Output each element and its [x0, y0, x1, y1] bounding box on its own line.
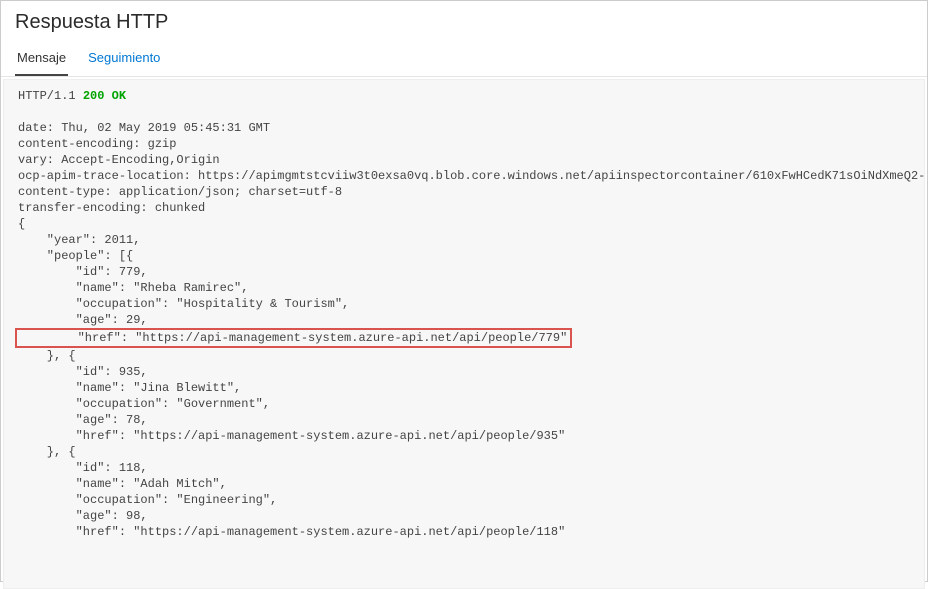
header-transfer-encoding: transfer-encoding: chunked	[18, 201, 205, 215]
http-response-body: HTTP/1.1 200 OK date: Thu, 02 May 2019 0…	[3, 79, 925, 589]
header-vary: vary: Accept-Encoding,Origin	[18, 153, 220, 167]
tab-trace[interactable]: Seguimiento	[86, 40, 162, 76]
json-p1-href-highlighted: "href": "https://api-management-system.a…	[15, 328, 572, 348]
panel-header: Respuesta HTTP	[1, 1, 927, 40]
header-encoding: content-encoding: gzip	[18, 137, 176, 151]
json-year: "year": 2011,	[18, 233, 140, 247]
json-p1-occ: "occupation": "Hospitality & Tourism",	[18, 297, 349, 311]
header-date: date: Thu, 02 May 2019 05:45:31 GMT	[18, 121, 270, 135]
json-p2-occ: "occupation": "Government",	[18, 397, 270, 411]
http-status: 200 OK	[83, 89, 126, 103]
json-p3-href: "href": "https://api-management-system.a…	[18, 525, 565, 539]
json-p1-name: "name": "Rheba Ramirec",	[18, 281, 248, 295]
json-p3-occ: "occupation": "Engineering",	[18, 493, 277, 507]
json-p2-age: "age": 78,	[18, 413, 148, 427]
http-protocol: HTTP/1.1	[18, 89, 83, 103]
panel-title: Respuesta HTTP	[15, 11, 913, 34]
header-content-type: content-type: application/json; charset=…	[18, 185, 342, 199]
json-open: {	[18, 217, 25, 231]
json-p3-id: "id": 118,	[18, 461, 148, 475]
tab-message[interactable]: Mensaje	[15, 40, 68, 76]
json-p2-href: "href": "https://api-management-system.a…	[18, 429, 565, 443]
header-trace: ocp-apim-trace-location: https://apimgmt…	[18, 169, 925, 183]
json-sep1: }, {	[18, 349, 76, 363]
json-people-open: "people": [{	[18, 249, 133, 263]
json-p1-age: "age": 29,	[18, 313, 148, 327]
json-p3-name: "name": "Adah Mitch",	[18, 477, 227, 491]
json-p2-id: "id": 935,	[18, 365, 148, 379]
json-p2-name: "name": "Jina Blewitt",	[18, 381, 241, 395]
json-sep2: }, {	[18, 445, 76, 459]
json-p1-id: "id": 779,	[18, 265, 148, 279]
tabs-bar: Mensaje Seguimiento	[1, 40, 927, 77]
json-p3-age: "age": 98,	[18, 509, 148, 523]
